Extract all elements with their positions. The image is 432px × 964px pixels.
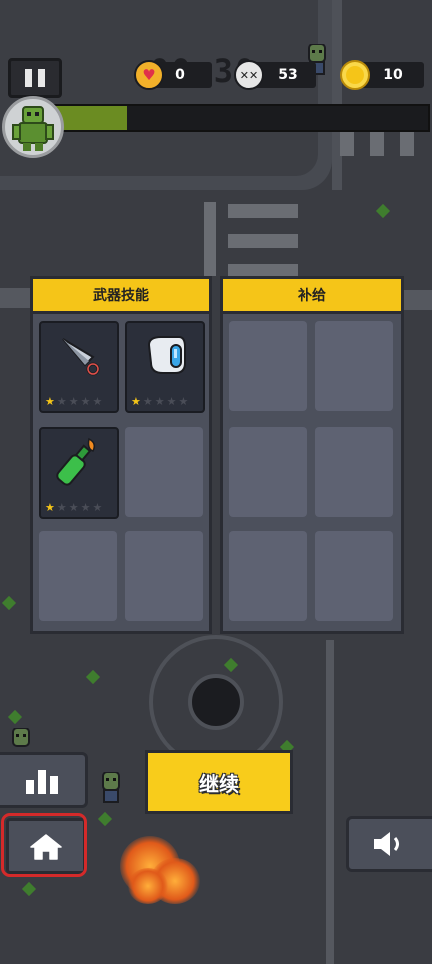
coin-icon: [340, 60, 370, 90]
crosswalk-stripe: [228, 204, 298, 218]
vertical-curb: [332, 0, 342, 190]
weapon-slot-empty: [39, 531, 117, 621]
weapon-stars: ★ ★ ★ ★ ★: [45, 394, 103, 408]
skull-icon: ✕✕: [234, 60, 264, 90]
continue-button[interactable]: 继续: [145, 750, 293, 814]
molotov-icon: [56, 437, 96, 486]
coins-value: 10: [383, 67, 403, 83]
weapons-panel-title: 武器技能: [33, 279, 209, 314]
weapon-stars: ★ ★ ★ ★ ★: [45, 500, 103, 514]
joystick-knob[interactable]: [188, 674, 244, 730]
supply-slot-empty: [229, 531, 307, 621]
kunai-icon: [62, 338, 100, 376]
supplies-panel: 补给: [220, 276, 404, 634]
magnet-icon: [147, 336, 186, 374]
weapon-slot-kunai[interactable]: ★ ★ ★ ★ ★: [39, 321, 119, 413]
kills-value: 53: [278, 67, 298, 83]
weapon-slot-molotov[interactable]: ★ ★ ★ ★ ★: [39, 427, 119, 519]
player-avatar: [2, 96, 64, 158]
robot-icon: [12, 106, 54, 151]
lane-line: [0, 288, 30, 308]
pause-button[interactable]: [8, 58, 62, 98]
weapon-slot-empty: [125, 531, 203, 621]
fire-effect: [128, 868, 168, 904]
zombie-sprite: [102, 772, 120, 803]
supply-slot-empty: [315, 321, 393, 411]
weapons-panel: 武器技能 ★ ★ ★ ★ ★ ★ ★ ★ ★ ★ ★ ★ ★ ★ ★: [30, 276, 212, 634]
home-button-highlight: [1, 813, 87, 877]
supply-slot-empty: [315, 531, 393, 621]
lane-line: [402, 290, 432, 310]
supply-slot-empty: [229, 427, 307, 517]
hearts-value: 0: [175, 67, 185, 83]
weapon-slot-magnet[interactable]: ★ ★ ★ ★ ★: [125, 321, 205, 413]
weapon-stars: ★ ★ ★ ★ ★: [131, 394, 189, 408]
weapon-slot-empty: [125, 427, 203, 517]
speaker-icon: [374, 832, 399, 856]
experience-bar: [50, 104, 430, 132]
pause-icon: [25, 69, 32, 87]
sound-button[interactable]: [346, 816, 432, 872]
supply-slot-empty: [229, 321, 307, 411]
lane-line: [204, 202, 216, 276]
right-curb: [326, 640, 334, 964]
supplies-panel-title: 补给: [223, 279, 401, 314]
heart-icon: ♥: [134, 60, 164, 90]
supply-slot-empty: [315, 427, 393, 517]
bar-chart-icon: [26, 770, 58, 794]
stats-button[interactable]: [0, 752, 88, 808]
crosswalk-stripe: [228, 234, 298, 248]
